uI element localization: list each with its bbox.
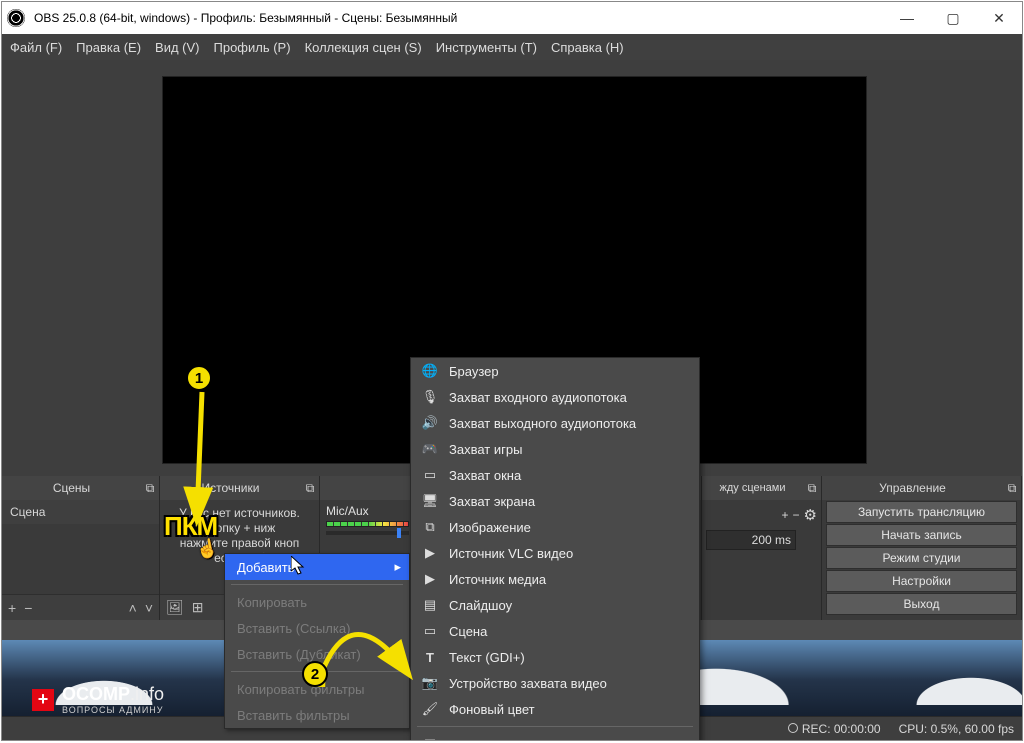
source-media[interactable]: ▶Источник медиа — [411, 566, 699, 592]
minimize-button[interactable]: — — [884, 2, 930, 34]
pointer-cursor-icon — [291, 556, 307, 581]
menu-tools[interactable]: Инструменты (T) — [436, 40, 537, 55]
menu-item-paste-ref[interactable]: Вставить (Ссылка) — [225, 615, 409, 641]
add-scene-button[interactable]: + — [8, 600, 16, 616]
remove-transition-button[interactable]: − — [793, 508, 800, 522]
application-window: OBS 25.0.8 (64-bit, windows) - Профиль: … — [1, 1, 1023, 741]
source-color[interactable]: 🖌Фоновый цвет — [411, 696, 699, 722]
transitions-title: жду сценами — [702, 482, 803, 494]
transitions-dock: жду сценами⧉ + − ⚙ 200 ms — [702, 476, 822, 620]
scene-item[interactable]: Сцена — [2, 500, 159, 524]
source-video-capture-device[interactable]: 📷Устройство захвата видео — [411, 670, 699, 696]
mic-icon: 🎙 — [421, 389, 439, 405]
window-icon: ▭ — [421, 467, 439, 483]
scenes-dock: Сцены⧉ Сцена + − ˄ ˅ — [2, 476, 160, 620]
rec-status: REC: 00:00:00 — [788, 722, 881, 736]
slideshow-icon: ▤ — [421, 597, 439, 613]
rec-dot-icon — [788, 723, 798, 733]
menu-item-add[interactable]: Добавить▸ — [225, 554, 409, 580]
source-scene[interactable]: ▭Сцена — [411, 618, 699, 644]
exit-button[interactable]: Выход — [826, 593, 1017, 615]
source-group[interactable]: ▣Группа — [411, 731, 699, 741]
dock-grip-icon[interactable]: ⧉ — [141, 481, 159, 496]
group-icon: ▣ — [421, 736, 439, 741]
remove-scene-button[interactable]: − — [24, 600, 32, 616]
menu-help[interactable]: Справка (H) — [551, 40, 624, 55]
source-image[interactable]: ⧉Изображение — [411, 514, 699, 540]
source-vlc[interactable]: ▶Источник VLC видео — [411, 540, 699, 566]
scene-down-button[interactable]: ˅ — [145, 600, 153, 616]
source-text-gdi[interactable]: TТекст (GDI+) — [411, 644, 699, 670]
start-recording-button[interactable]: Начать запись — [826, 524, 1017, 546]
scene-icon: ▭ — [421, 623, 439, 639]
maximize-button[interactable]: ▢ — [930, 2, 976, 34]
source-audio-in[interactable]: 🎙Захват входного аудиопотока — [411, 384, 699, 410]
dock-grip-icon[interactable]: ⧉ — [301, 481, 319, 496]
titlebar: OBS 25.0.8 (64-bit, windows) - Профиль: … — [2, 2, 1022, 34]
menu-edit[interactable]: Правка (E) — [76, 40, 141, 55]
swiss-plus-icon: + — [32, 689, 54, 711]
play-icon: ▶ — [421, 545, 439, 561]
vu-meter — [326, 521, 409, 527]
controls-dock: Управление⧉ Запустить трансляцию Начать … — [822, 476, 1022, 620]
context-menu-sources: Добавить▸ Копировать Вставить (Ссылка) В… — [224, 553, 410, 729]
source-audio-out[interactable]: 🔊Захват выходного аудиопотока — [411, 410, 699, 436]
source-window-capture[interactable]: ▭Захват окна — [411, 462, 699, 488]
annotation-marker-2: 2 — [302, 661, 328, 687]
transition-settings-icon[interactable]: ⚙ — [804, 506, 817, 524]
menu-profile[interactable]: Профиль (P) — [214, 40, 291, 55]
studio-mode-button[interactable]: Режим студии — [826, 547, 1017, 569]
source-slideshow[interactable]: ▤Слайдшоу — [411, 592, 699, 618]
source-game-capture[interactable]: 🎮Захват игры — [411, 436, 699, 462]
controls-title: Управление — [822, 481, 1003, 495]
gamepad-icon: 🎮 — [421, 441, 439, 457]
annotation-marker-1: 1 — [186, 365, 212, 391]
menubar: Файл (F) Правка (E) Вид (V) Профиль (P) … — [2, 34, 1022, 60]
scene-up-button[interactable]: ˄ — [129, 600, 137, 616]
channel-name: Mic/Aux — [326, 504, 409, 518]
camera-icon: 📷 — [421, 675, 439, 691]
add-transition-button[interactable]: + — [782, 508, 789, 522]
cpu-status: CPU: 0.5%, 60.00 fps — [899, 722, 1014, 736]
image-props-icon[interactable]: 🖼 — [166, 599, 184, 616]
obs-logo-icon — [2, 4, 30, 32]
scenes-title: Сцены — [2, 481, 141, 495]
sources-title: Источники — [160, 481, 301, 495]
transition-duration-input[interactable]: 200 ms — [706, 530, 796, 550]
chevron-right-icon: ▸ — [394, 559, 401, 575]
start-streaming-button[interactable]: Запустить трансляцию — [826, 501, 1017, 523]
menu-view[interactable]: Вид (V) — [155, 40, 199, 55]
dock-grip-icon[interactable]: ⧉ — [803, 481, 821, 496]
menu-scene-collection[interactable]: Коллекция сцен (S) — [305, 40, 422, 55]
image-icon: ⧉ — [421, 519, 439, 535]
menu-item-paste-filters[interactable]: Вставить фильтры — [225, 702, 409, 728]
filters-icon[interactable]: ⊞ — [192, 599, 204, 616]
source-display-capture[interactable]: 🖥Захват экрана — [411, 488, 699, 514]
ocomp-logo: + OCOMP.info ВОПРОСЫ АДМИНУ — [32, 684, 164, 715]
settings-button[interactable]: Настройки — [826, 570, 1017, 592]
play-icon: ▶ — [421, 571, 439, 587]
menu-item-copy[interactable]: Копировать — [225, 589, 409, 615]
monitor-icon: 🖥 — [421, 493, 439, 509]
scenes-toolbar: + − ˄ ˅ — [2, 594, 159, 620]
mixer-channel: Mic/Aux — [320, 500, 415, 539]
dock-grip-icon[interactable]: ⧉ — [1003, 481, 1021, 496]
brush-icon: 🖌 — [421, 701, 439, 717]
source-browser[interactable]: 🌐Браузер — [411, 358, 699, 384]
context-menu-add-source: 🌐Браузер 🎙Захват входного аудиопотока 🔊З… — [410, 357, 700, 741]
text-icon: T — [421, 650, 439, 665]
close-button[interactable]: ✕ — [976, 2, 1022, 34]
volume-slider[interactable] — [326, 531, 409, 535]
hand-cursor-icon: ☝ — [194, 537, 220, 562]
menu-file[interactable]: Файл (F) — [10, 40, 62, 55]
window-title: OBS 25.0.8 (64-bit, windows) - Профиль: … — [30, 11, 884, 25]
speaker-icon: 🔊 — [421, 415, 439, 431]
globe-icon: 🌐 — [421, 363, 439, 379]
